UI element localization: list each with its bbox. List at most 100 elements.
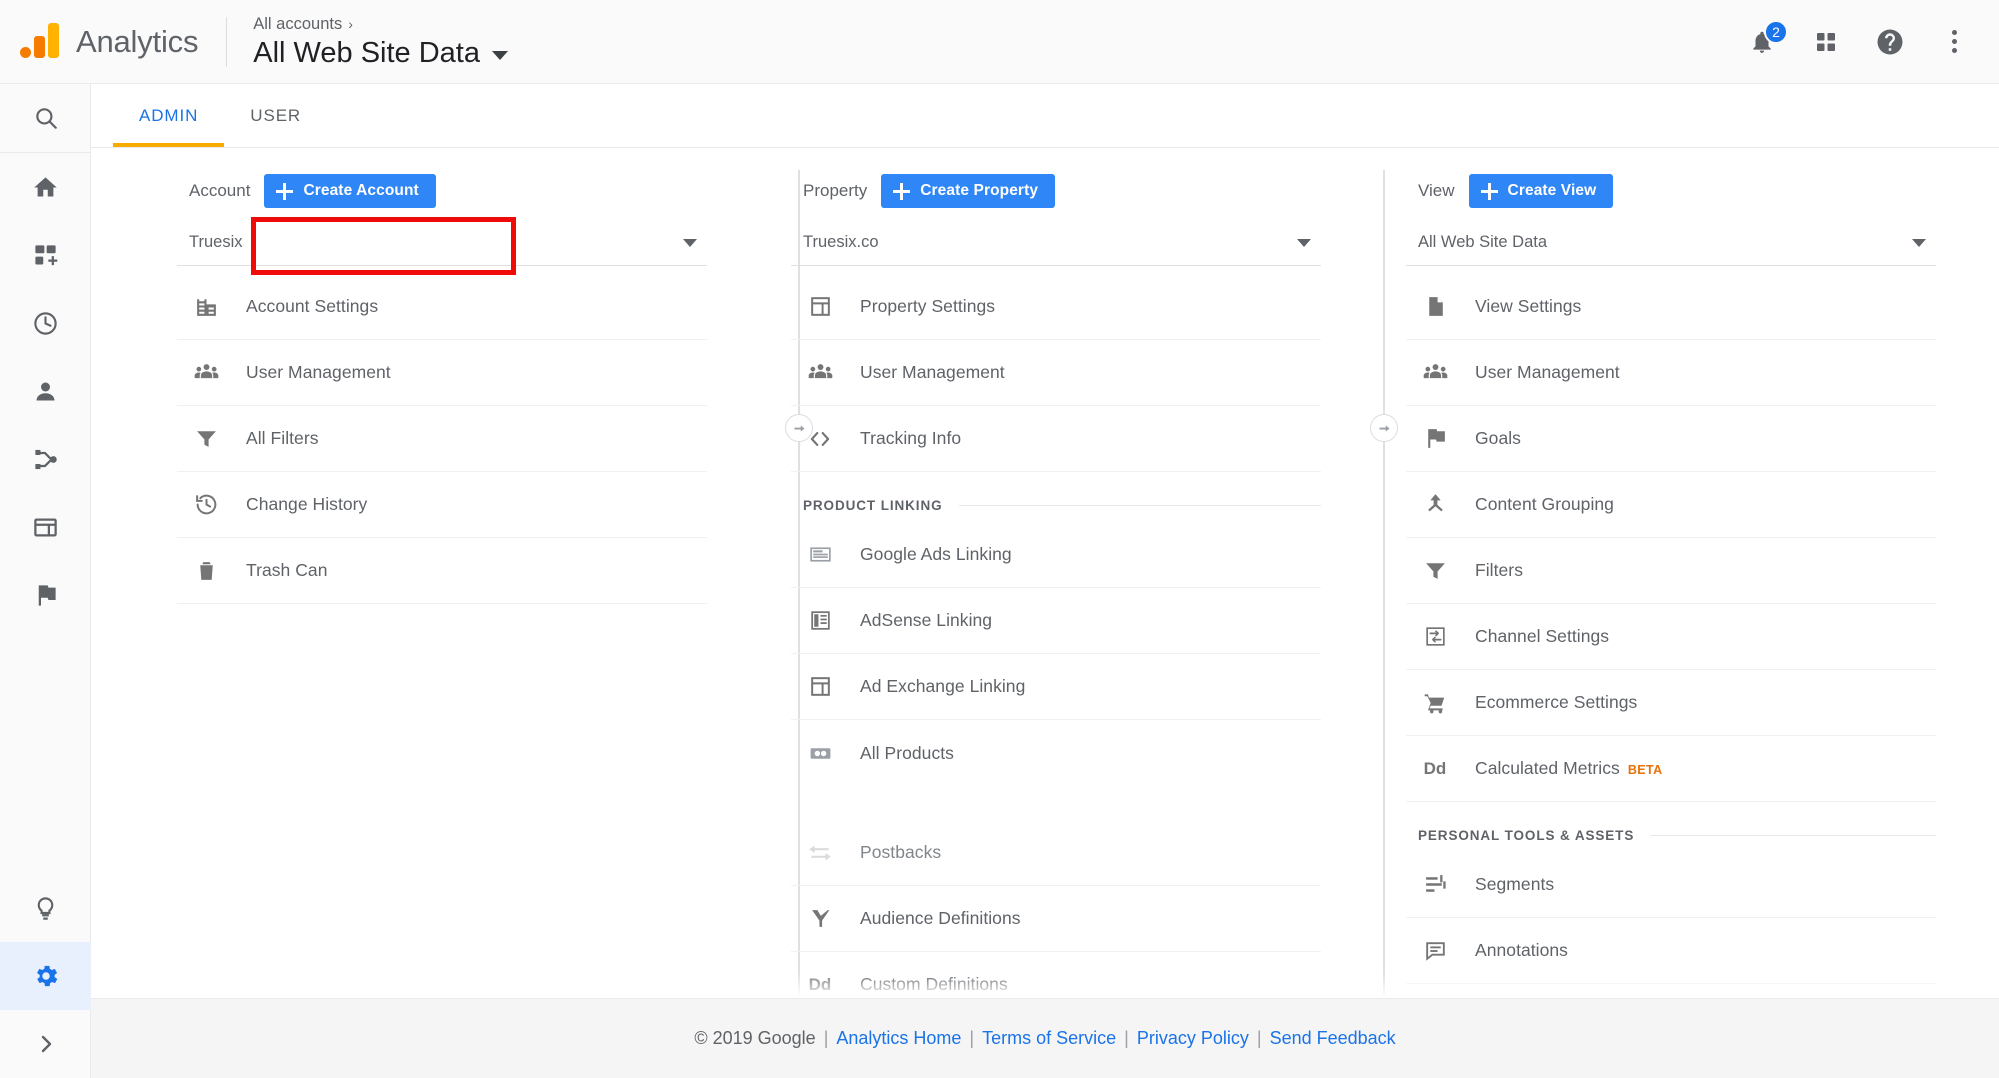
chevron-down-icon[interactable] xyxy=(492,51,508,60)
menu-item-filters[interactable]: Filters xyxy=(1406,538,1936,604)
menu-item-all-products[interactable]: All Products xyxy=(791,720,1321,786)
section-title: PRODUCT LINKING xyxy=(803,498,943,513)
sidebar-item-realtime[interactable] xyxy=(0,289,91,357)
menu-item-tracking-info[interactable]: Tracking Info xyxy=(791,406,1321,472)
tab-admin[interactable]: ADMIN xyxy=(113,85,224,147)
menu-item-change-history[interactable]: Change History xyxy=(177,472,707,538)
flag-icon xyxy=(1418,422,1452,456)
menu-item-goals[interactable]: Goals xyxy=(1406,406,1936,472)
property-selector-dropdown[interactable]: Truesix.co xyxy=(791,220,1321,266)
account-label: Account xyxy=(189,181,250,201)
menu-item-all-filters[interactable]: All Filters xyxy=(177,406,707,472)
menu-item-adsense-linking[interactable]: AdSense Linking xyxy=(791,588,1321,654)
menu-item-text: Calculated Metrics xyxy=(1475,758,1620,779)
dd-text-icon: Dd xyxy=(803,968,837,1002)
menu-item-postbacks[interactable]: Postbacks xyxy=(791,820,1321,886)
view-selected-value: All Web Site Data xyxy=(1418,233,1547,252)
menu-item-property-settings[interactable]: Property Settings xyxy=(791,274,1321,340)
menu-item-label: Audience Definitions xyxy=(860,908,1021,929)
create-property-label: Create Property xyxy=(920,182,1038,200)
adsense-list-icon xyxy=(803,604,837,638)
sidebar-item-search[interactable] xyxy=(0,84,91,152)
code-brackets-icon xyxy=(803,422,837,456)
menu-item-ad-exchange-linking[interactable]: Ad Exchange Linking xyxy=(791,654,1321,720)
view-selector-dropdown[interactable]: All Web Site Data xyxy=(1406,220,1936,266)
sidebar-item-discover[interactable] xyxy=(0,874,91,942)
footer-separator: | xyxy=(824,1028,829,1049)
chevron-down-icon xyxy=(683,239,697,247)
menu-item-google-ads-linking[interactable]: Google Ads Linking xyxy=(791,522,1321,588)
breadcrumb[interactable]: All accounts › xyxy=(253,13,508,35)
sidebar-item-behavior[interactable] xyxy=(0,493,91,561)
document-icon xyxy=(1418,290,1452,324)
view-menu: View Settings User Management Goals xyxy=(1406,274,1936,802)
history-clock-icon xyxy=(189,488,223,522)
menu-item-label: Trash Can xyxy=(246,560,328,581)
notifications-bell-icon[interactable]: 2 xyxy=(1745,25,1779,59)
footer-link-terms-of-service[interactable]: Terms of Service xyxy=(982,1028,1116,1049)
people-icon xyxy=(189,356,223,390)
menu-item-channel-settings[interactable]: Channel Settings xyxy=(1406,604,1936,670)
tab-user[interactable]: USER xyxy=(224,85,327,147)
postbacks-arrows-icon xyxy=(803,836,837,870)
menu-item-user-management[interactable]: User Management xyxy=(1406,340,1936,406)
sidebar-item-expand[interactable] xyxy=(0,1010,91,1078)
sidebar-item-conversions[interactable] xyxy=(0,561,91,629)
footer-link-analytics-home[interactable]: Analytics Home xyxy=(836,1028,961,1049)
menu-item-ecommerce-settings[interactable]: Ecommerce Settings xyxy=(1406,670,1936,736)
menu-item-account-settings[interactable]: Account Settings xyxy=(177,274,707,340)
sidebar-item-audience[interactable] xyxy=(0,357,91,425)
footer-link-send-feedback[interactable]: Send Feedback xyxy=(1270,1028,1396,1049)
menu-item-label: Account Settings xyxy=(246,296,378,317)
product-linking-section-header: PRODUCT LINKING xyxy=(791,490,1321,520)
account-selector[interactable]: All accounts › All Web Site Data xyxy=(253,13,508,71)
chevron-down-icon xyxy=(1912,239,1926,247)
sidebar-item-customization[interactable] xyxy=(0,221,91,289)
menu-item-label: Calculated Metrics BETA xyxy=(1475,758,1663,779)
menu-item-label: Property Settings xyxy=(860,296,995,317)
menu-item-user-management[interactable]: User Management xyxy=(791,340,1321,406)
breadcrumb-label: All accounts xyxy=(253,13,342,35)
menu-item-text: Ecommerce Settings xyxy=(1475,692,1637,713)
menu-item-content-grouping[interactable]: Content Grouping xyxy=(1406,472,1936,538)
page-title-text: All Web Site Data xyxy=(253,35,480,71)
annotation-bubble-icon xyxy=(1418,934,1452,968)
create-view-button[interactable]: Create View xyxy=(1469,174,1614,208)
account-selector-dropdown[interactable]: Truesix xyxy=(177,220,707,266)
menu-item-segments[interactable]: Segments xyxy=(1406,852,1936,918)
admin-content: ADMIN USER Account Create Account Truesi… xyxy=(91,84,1999,1078)
sidebar-item-admin[interactable] xyxy=(0,942,91,1010)
menu-item-user-management[interactable]: User Management xyxy=(177,340,707,406)
create-property-button[interactable]: Create Property xyxy=(881,174,1055,208)
menu-item-annotations[interactable]: Annotations xyxy=(1406,918,1936,984)
menu-item-trash-can[interactable]: Trash Can xyxy=(177,538,707,604)
menu-item-label: All Products xyxy=(860,743,954,764)
create-account-button[interactable]: Create Account xyxy=(264,174,435,208)
link-chain-icon xyxy=(803,736,837,770)
product-linking-menu: Google Ads Linking AdSense Linking Ad Ex… xyxy=(791,522,1321,786)
dd-text-icon: Dd xyxy=(1418,752,1452,786)
menu-item-label: Tracking Info xyxy=(860,428,961,449)
content-grouping-icon xyxy=(1418,488,1452,522)
footer-link-privacy-policy[interactable]: Privacy Policy xyxy=(1137,1028,1249,1049)
sidebar-item-acquisition[interactable] xyxy=(0,425,91,493)
help-circle-icon[interactable] xyxy=(1873,25,1907,59)
page-title[interactable]: All Web Site Data xyxy=(253,35,508,71)
footer-separator: | xyxy=(1124,1028,1129,1049)
more-vertical-icon[interactable] xyxy=(1937,25,1971,59)
menu-item-label: AdSense Linking xyxy=(860,610,992,631)
brand-name: Analytics xyxy=(76,24,198,60)
apps-grid-icon[interactable] xyxy=(1809,25,1843,59)
menu-item-calculated-metrics[interactable]: Dd Calculated Metrics BETA xyxy=(1406,736,1936,802)
menu-item-label: User Management xyxy=(860,362,1005,383)
property-column-header: Property Create Property xyxy=(791,170,1321,212)
menu-item-view-settings[interactable]: View Settings xyxy=(1406,274,1936,340)
plus-icon xyxy=(893,183,910,200)
account-selected-value: Truesix xyxy=(189,233,242,252)
notification-count-badge: 2 xyxy=(1764,20,1788,44)
chevron-down-icon xyxy=(1297,239,1311,247)
menu-item-label: Postbacks xyxy=(860,842,941,863)
menu-item-audience-definitions[interactable]: Audience Definitions xyxy=(791,886,1321,952)
sidebar-item-home[interactable] xyxy=(0,153,91,221)
property-tail-menu: Postbacks Audience Definitions Dd Custom… xyxy=(791,820,1321,1016)
